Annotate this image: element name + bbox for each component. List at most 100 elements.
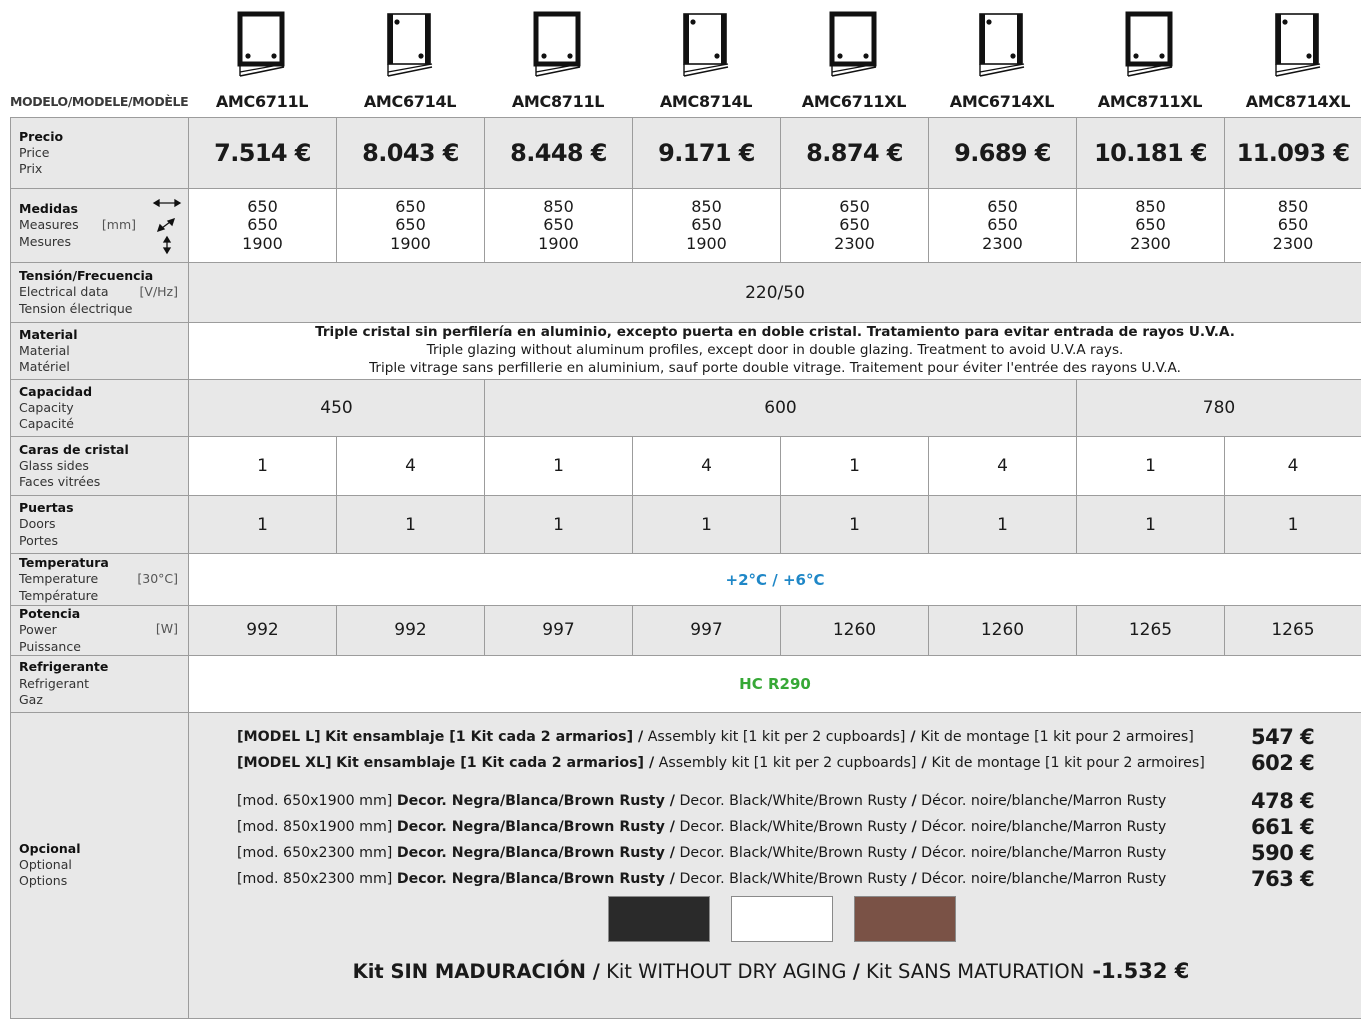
label-fr: Portes bbox=[19, 532, 58, 548]
decor-model: [mod. 850x2300 mm] bbox=[237, 870, 393, 887]
model-name: AMC8711XL bbox=[1097, 92, 1203, 111]
material-description: Triple cristal sin perfilería en alumini… bbox=[188, 322, 1361, 380]
label-en: Optional bbox=[19, 857, 72, 873]
color-swatch bbox=[731, 895, 833, 942]
decor-option-line: [mod. 650x2300 mm] Decor. Negra/Blanca/B… bbox=[237, 845, 1166, 861]
label-fr: Puissance bbox=[19, 638, 81, 654]
decor-price: 763 € bbox=[1251, 866, 1315, 891]
label-es: Precio bbox=[19, 128, 64, 144]
row-temperature: Temperatura Temperature Température [30°… bbox=[10, 553, 1361, 606]
glass-sides-cell: 1 bbox=[780, 436, 929, 496]
decor-label-es: Decor. Negra/Blanca/Brown Rusty / bbox=[396, 844, 675, 861]
price-cell: 11.093 € bbox=[1224, 117, 1361, 189]
measures-cell: 850 650 2300 bbox=[1224, 188, 1361, 263]
label-en: Doors bbox=[19, 516, 56, 532]
model-column: AMC8711L bbox=[484, 0, 632, 117]
assembly-kit-line: [MODEL L] Kit ensamblaje [1 Kit cada 2 a… bbox=[237, 729, 1194, 745]
label-glass-sides: Caras de cristal Glass sides Faces vitré… bbox=[10, 436, 189, 496]
model-column: AMC6714L bbox=[336, 0, 484, 117]
measures-cell: 650 650 1900 bbox=[336, 188, 485, 263]
row-electrical: Tensión/Frecuencia Electrical data Tensi… bbox=[10, 262, 1361, 323]
kit-label-en: Assembly kit [1 kit per 2 cupboards] bbox=[654, 754, 917, 771]
kit-price: 547 € bbox=[1251, 724, 1315, 749]
cabinet-1-side-icon bbox=[533, 11, 581, 77]
no-maturation-fr: Kit SANS MATURATION bbox=[859, 959, 1085, 983]
material-es: Triple cristal sin perfilería en alumini… bbox=[315, 324, 1235, 341]
cabinet-4-sides-icon bbox=[683, 13, 729, 77]
label-es: Material bbox=[19, 326, 78, 342]
power-cell: 992 bbox=[188, 605, 337, 656]
color-swatch bbox=[854, 895, 956, 942]
kit-label-en: Assembly kit [1 kit per 2 cupboards] bbox=[643, 728, 906, 745]
no-maturation-es: Kit SIN MADURACIÓN / bbox=[352, 959, 600, 983]
unit-label: [mm] bbox=[101, 216, 136, 232]
model-column: AMC6714XL bbox=[928, 0, 1076, 117]
power-cell: 997 bbox=[632, 605, 781, 656]
power-cell: 1265 bbox=[1076, 605, 1225, 656]
row-capacity: Capacidad Capacity Capacité 450 600 780 bbox=[10, 379, 1361, 437]
row-power: Potencia Power Puissance [W] 992 992 997… bbox=[10, 605, 1361, 656]
row-doors: Puertas Doors Portes 1 1 1 1 1 1 1 1 bbox=[10, 495, 1361, 554]
decor-label-fr: Décor. noire/blanche/Marron Rusty bbox=[916, 870, 1167, 887]
decor-label-en: Decor. Black/White/Brown Rusty bbox=[674, 844, 912, 861]
label-electrical: Tensión/Frecuencia Electrical data Tensi… bbox=[10, 262, 189, 323]
material-fr: Triple vitrage sans perfillerie en alumi… bbox=[369, 359, 1181, 376]
model-column: AMC8711XL bbox=[1076, 0, 1224, 117]
model-name: AMC8714XL bbox=[1245, 92, 1351, 111]
glass-sides-cell: 4 bbox=[1224, 436, 1361, 496]
refrigerant-value: HC R290 bbox=[188, 654, 1361, 713]
row-glass-sides: Caras de cristal Glass sides Faces vitré… bbox=[10, 436, 1361, 496]
decor-label-fr: Décor. noire/blanche/Marron Rusty bbox=[916, 818, 1167, 835]
row-options: Opcional Optional Options [MODEL L] Kit … bbox=[10, 711, 1361, 1019]
model-column: AMC8714L bbox=[632, 0, 780, 117]
label-measures: Medidas Measures Mesures [mm] bbox=[10, 188, 189, 263]
label-es: Refrigerante bbox=[19, 659, 109, 675]
decor-price: 661 € bbox=[1251, 814, 1315, 839]
decor-option-line: [mod. 850x1900 mm] Decor. Negra/Blanca/B… bbox=[237, 819, 1166, 835]
label-power: Potencia Power Puissance [W] bbox=[10, 605, 189, 656]
decor-label-es: Decor. Negra/Blanca/Brown Rusty / bbox=[396, 792, 675, 809]
row-measures: Medidas Measures Mesures [mm] 650 650 1900… bbox=[10, 188, 1361, 263]
glass-sides-cell: 1 bbox=[188, 436, 337, 496]
measures-cell: 850 650 1900 bbox=[484, 188, 633, 263]
spec-table: Precio Price Prix 7.514 € 8.043 € 8.448 … bbox=[10, 117, 1361, 1019]
doors-cell: 1 bbox=[632, 495, 781, 554]
model-name: AMC8711L bbox=[511, 92, 605, 111]
label-fr: Capacité bbox=[19, 416, 74, 432]
label-doors: Puertas Doors Portes bbox=[10, 495, 189, 554]
kit-model: [MODEL L] bbox=[237, 728, 321, 745]
decor-label-en: Decor. Black/White/Brown Rusty bbox=[674, 792, 912, 809]
label-fr: Faces vitrées bbox=[19, 474, 101, 490]
glass-sides-cell: 4 bbox=[632, 436, 781, 496]
temperature-value: +2°C / +6°C bbox=[188, 553, 1361, 606]
price-cell: 8.448 € bbox=[484, 117, 633, 189]
label-temperature: Temperatura Temperature Température [30°… bbox=[10, 553, 189, 606]
unit-label: [W] bbox=[155, 621, 178, 637]
decor-option-line: [mod. 850x2300 mm] Decor. Negra/Blanca/B… bbox=[237, 871, 1166, 887]
row-price: Precio Price Prix 7.514 € 8.043 € 8.448 … bbox=[10, 117, 1361, 189]
doors-cell: 1 bbox=[188, 495, 337, 554]
price-cell: 9.689 € bbox=[928, 117, 1077, 189]
label-refrigerant: Refrigerante Refrigerant Gaz bbox=[10, 654, 189, 713]
label-fr: Gaz bbox=[19, 691, 43, 707]
glass-sides-cell: 1 bbox=[484, 436, 633, 496]
model-column: AMC8714XL bbox=[1224, 0, 1361, 117]
kit-label-fr: Kit de montage [1 kit pour 2 armoires] bbox=[931, 754, 1205, 771]
price-cell: 9.171 € bbox=[632, 117, 781, 189]
no-maturation-separator: / bbox=[852, 959, 860, 983]
measures-cell: 850 650 2300 bbox=[1076, 188, 1225, 263]
measures-cell: 650 650 2300 bbox=[780, 188, 929, 263]
measures-cell: 650 650 2300 bbox=[928, 188, 1077, 263]
no-maturation-kit: Kit SIN MADURACIÓN / Kit WITHOUT DRY AGI… bbox=[211, 959, 1331, 983]
label-fr: Prix bbox=[19, 161, 43, 177]
model-name: AMC8714L bbox=[659, 92, 753, 111]
decor-price: 590 € bbox=[1251, 840, 1315, 865]
label-es: Opcional bbox=[19, 840, 81, 856]
row-material: Material Material Matériel Triple crista… bbox=[10, 322, 1361, 380]
doors-cell: 1 bbox=[928, 495, 1077, 554]
label-fr: Options bbox=[19, 873, 68, 889]
color-swatch bbox=[608, 895, 710, 942]
label-fr: Température bbox=[19, 587, 99, 603]
glass-sides-cell: 4 bbox=[336, 436, 485, 496]
decor-label-es: Decor. Negra/Blanca/Brown Rusty / bbox=[396, 818, 675, 835]
